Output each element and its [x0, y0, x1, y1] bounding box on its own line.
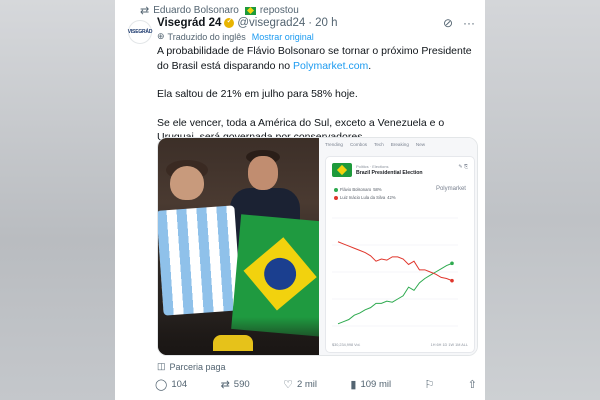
tweet-paragraph-1: A probabilidade de Flávio Bolsonaro se t… — [157, 45, 472, 72]
brazil-flag-icon — [331, 163, 352, 177]
series-line-0 — [337, 262, 453, 325]
share-icon: ✎ ⎘ — [458, 164, 468, 170]
market-category: Politics · Elections — [355, 164, 389, 169]
like-button[interactable]: ♡ 2 mil — [283, 378, 317, 391]
paid-partnership[interactable]: ◫ Parceria paga — [157, 361, 226, 372]
reply-button[interactable]: ◯ 104 — [155, 378, 187, 391]
repost-icon: ⇄ — [140, 5, 150, 17]
probability-chart — [331, 217, 458, 327]
separator: · — [308, 17, 313, 29]
globe-icon: ⊕ — [157, 31, 165, 41]
share-button[interactable]: ⇧ — [468, 378, 477, 391]
polymarket-link[interactable]: Polymarket.com — [293, 60, 368, 72]
more-options-icon[interactable]: ··· — [463, 16, 475, 30]
verified-badge-icon[interactable] — [224, 16, 235, 28]
tweet-paragraph-2: Ela saltou de 21% em julho para 58% hoje… — [157, 88, 358, 100]
tweet-media[interactable]: Trending Combos Tech Breaking New Politi… — [157, 137, 478, 356]
avatar[interactable]: VISEGRÁD — [128, 20, 152, 44]
polymarket-card: Politics · Elections Brazil Presidential… — [324, 156, 475, 353]
reply-icon: ◯ — [155, 379, 168, 391]
photo-flavio-milei[interactable] — [158, 138, 319, 355]
person-right — [248, 156, 278, 190]
show-original-link[interactable]: Mostrar original — [252, 32, 314, 42]
views-button[interactable]: ▮ 109 mil — [350, 378, 391, 391]
author-name[interactable]: Visegrád 24 — [157, 17, 221, 29]
polymarket-screenshot[interactable]: Trending Combos Tech Breaking New Politi… — [318, 138, 477, 355]
translated-label: Traduzido do inglês — [167, 31, 246, 42]
background-left — [0, 0, 115, 400]
polymarket-nav: Trending Combos Tech Breaking New — [324, 142, 426, 147]
market-title: Brazil Presidential Election — [355, 170, 423, 176]
person-left — [170, 166, 204, 200]
tweet-actions: ◯ 104 ⇄ 590 ♡ 2 mil ▮ 109 mil ⚐ ⇧ — [155, 378, 477, 391]
translation-notice: ⊕ Traduzido do inglês Mostrar original — [157, 31, 314, 42]
series-end-point-1 — [450, 278, 454, 283]
series-line-1 — [337, 241, 453, 282]
polymarket-logo: Polymarket — [435, 186, 466, 192]
brazil-flag-icon — [244, 6, 256, 15]
repost-button[interactable]: ⇄ 590 — [221, 378, 250, 391]
grok-icon[interactable]: ⊘ — [443, 16, 453, 30]
author-handle[interactable]: @visegrad24 — [237, 17, 305, 29]
legend-lula: Luiz Inácio Lula da Silva 42% — [333, 195, 396, 200]
avatar-text: VISEGRÁD — [127, 29, 153, 35]
paid-partnership-label: Parceria paga — [169, 361, 226, 372]
bookmark-icon: ⚐ — [424, 379, 435, 391]
series-end-point-0 — [450, 261, 454, 266]
background-right — [485, 0, 600, 400]
bookmark-button[interactable]: ⚐ — [425, 378, 435, 391]
legend-flavio: Flávio Bolsonaro 58% — [333, 187, 382, 192]
share-icon: ⇧ — [467, 379, 477, 391]
tweet-header: Visegrád 24 @visegrad24 · 20 h ⊘ ··· — [157, 15, 475, 31]
argentina-shirt — [158, 205, 242, 316]
tweet-card[interactable]: ⇄ Eduardo Bolsonaro repostou VISEGRÁD Vi… — [115, 0, 485, 400]
views-icon: ▮ — [350, 379, 357, 391]
tweet-time[interactable]: 20 h — [315, 17, 337, 29]
paid-partnership-icon: ◫ — [157, 361, 166, 371]
repost-icon: ⇄ — [220, 379, 230, 391]
polymarket-footer: $30,234,998 Vol. 1H 6H 1D 1W 1M ALL — [331, 343, 468, 347]
heart-icon: ♡ — [283, 379, 293, 391]
